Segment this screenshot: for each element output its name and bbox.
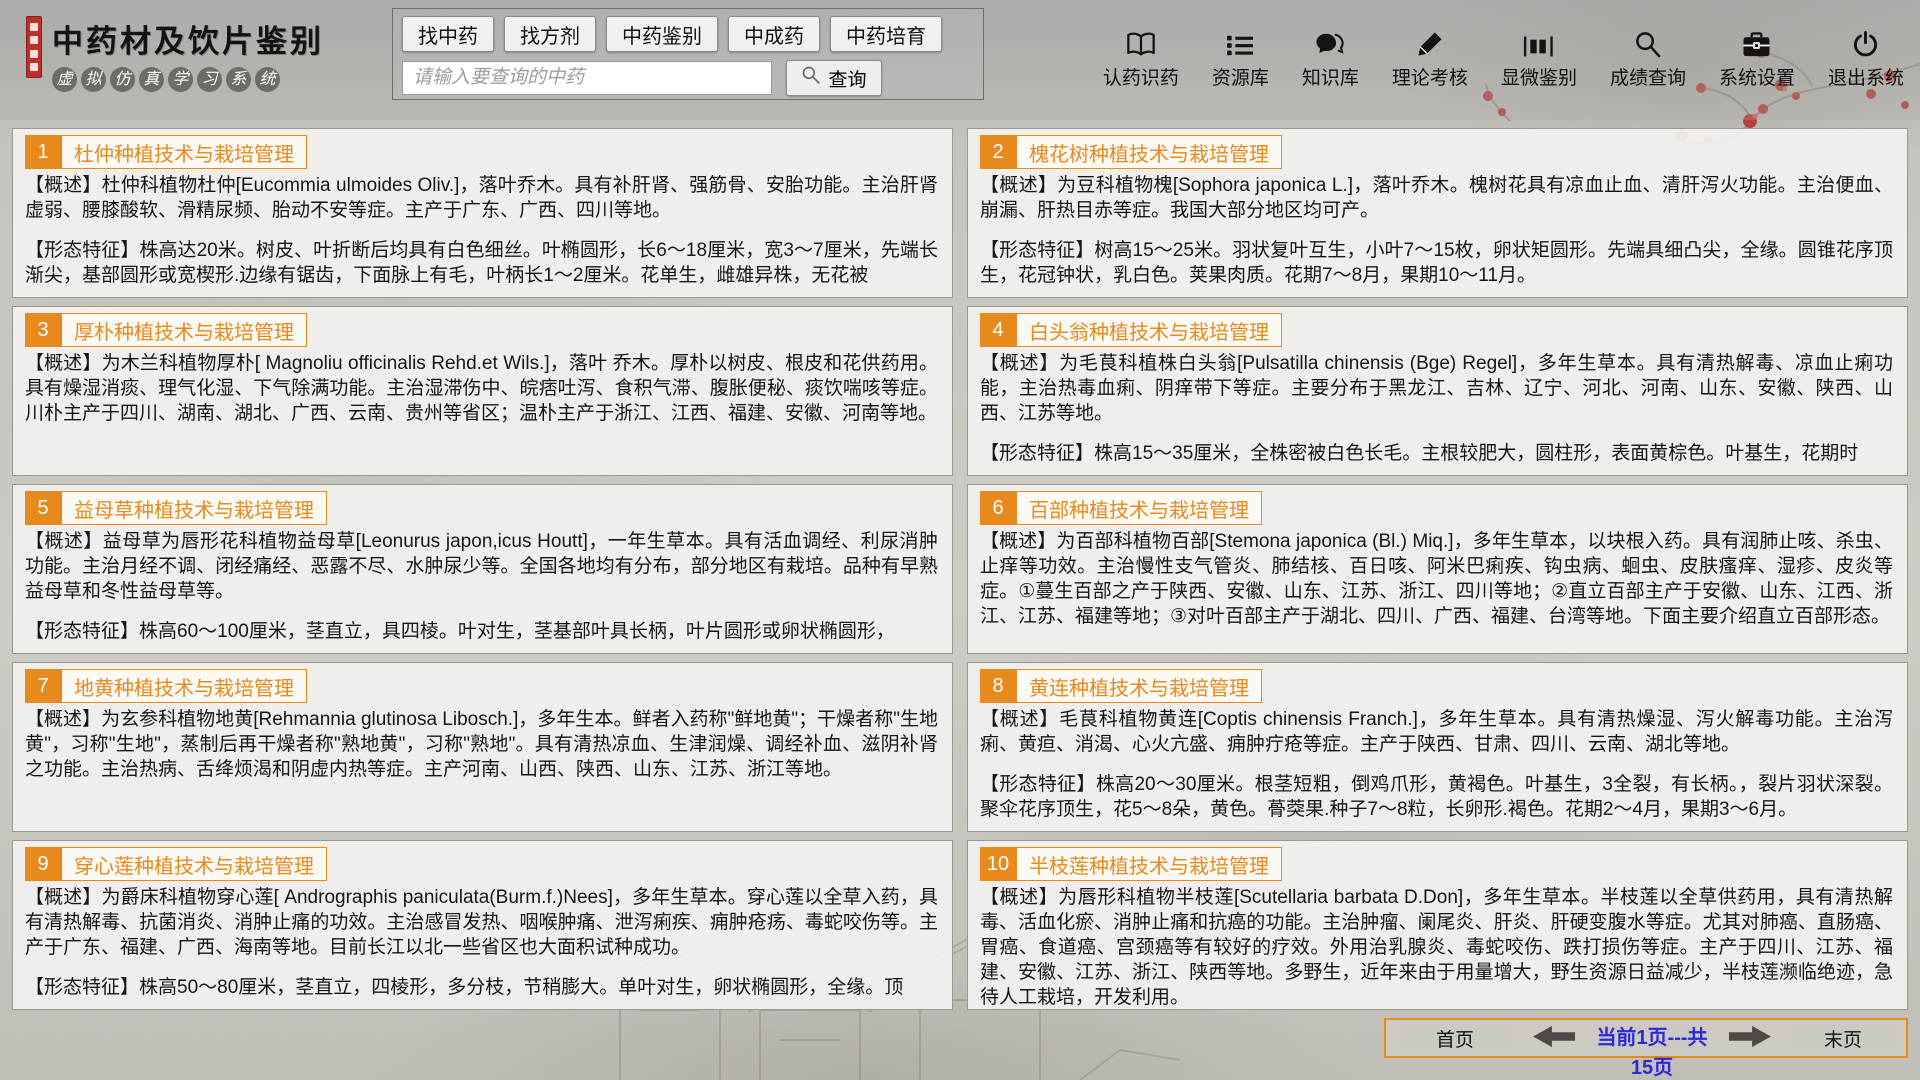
tab-herb-cultivation[interactable]: 中药培育	[830, 16, 942, 52]
magnifier-icon	[801, 65, 821, 91]
toolbox-icon	[1742, 28, 1771, 58]
card-number-badge: 7	[25, 669, 61, 703]
nav-item-system-settings[interactable]: 系统设置	[1719, 28, 1795, 90]
card-title-link[interactable]: 厚朴种植技术与栽培管理	[61, 313, 307, 347]
card-overview-text: 【概述】杜仲科植物杜仲[Eucommia ulmoides Oliv.]，落叶乔…	[25, 173, 938, 223]
herb-card-3: 3 厚朴种植技术与栽培管理 【概述】为木兰科植物厚朴[ Magnoliu off…	[12, 306, 953, 476]
nav-item-theory-exam[interactable]: 理论考核	[1392, 28, 1468, 90]
nav-label: 退出系统	[1828, 63, 1904, 90]
chat-bubbles-icon	[1315, 28, 1345, 58]
pagination-bar: 首页 当前1页---共15页 末页	[1384, 1018, 1908, 1058]
herb-card-grid: 1 杜仲种植技术与栽培管理 【概述】杜仲科植物杜仲[Eucommia ulmoi…	[12, 128, 1908, 1080]
next-page-button[interactable]	[1724, 1023, 1776, 1053]
card-number-badge: 5	[25, 491, 61, 525]
pencil-icon	[1416, 28, 1443, 58]
card-morphology-text: 【形态特征】株高50～80厘米，茎直立，四棱形，多分枝，节稍膨大。单叶对生，卵状…	[25, 975, 938, 1000]
herb-card-10: 10 半枝莲种植技术与栽培管理 【概述】为唇形科植物半枝莲[Scutellari…	[967, 840, 1908, 1010]
last-page-button[interactable]: 末页	[1790, 1023, 1896, 1053]
power-icon	[1852, 28, 1879, 58]
card-number-badge: 1	[25, 135, 61, 169]
search-button[interactable]: 查询	[786, 60, 882, 96]
card-number-badge: 2	[980, 135, 1016, 169]
herb-card-8: 8 黄连种植技术与栽培管理 【概述】毛茛科植物黄连[Coptis chinens…	[967, 662, 1908, 832]
card-morphology-text: 【形态特征】株高20～30厘米。根茎短粗，倒鸡爪形，黄褐色。叶基生，3全裂，有长…	[980, 772, 1893, 822]
search-button-label: 查询	[828, 65, 866, 92]
card-title-link[interactable]: 百部种植技术与栽培管理	[1016, 491, 1262, 525]
card-number-badge: 8	[980, 669, 1016, 703]
magnifier-icon	[1634, 28, 1661, 58]
nav-item-microscopic-identify[interactable]: 显微鉴别	[1501, 28, 1577, 90]
card-title-link[interactable]: 益母草种植技术与栽培管理	[61, 491, 327, 525]
tab-find-herb[interactable]: 找中药	[402, 16, 494, 52]
nav-label: 理论考核	[1392, 63, 1468, 90]
card-title-link[interactable]: 地黄种植技术与栽培管理	[61, 669, 307, 703]
card-overview-text: 【概述】为百部科植物百部[Stemona japonica (Bl.) Miq.…	[980, 529, 1893, 629]
nav-item-score-query[interactable]: 成绩查询	[1610, 28, 1686, 90]
nav-item-recognize-herbs[interactable]: 认药识药	[1103, 28, 1179, 90]
card-title-link[interactable]: 槐花树种植技术与栽培管理	[1016, 135, 1282, 169]
card-title-link[interactable]: 白头翁种植技术与栽培管理	[1016, 313, 1282, 347]
search-panel: 找中药 找方剂 中药鉴别 中成药 中药培育 查询	[392, 8, 984, 100]
tab-patent-medicine[interactable]: 中成药	[728, 16, 820, 52]
nav-item-knowledge-base[interactable]: 知识库	[1302, 28, 1359, 90]
herb-card-4: 4 白头翁种植技术与栽培管理 【概述】为毛茛科植株白头翁[Pulsatilla …	[967, 306, 1908, 476]
nav-label: 显微鉴别	[1501, 63, 1577, 90]
app-header: 中药材及饮片鉴别 虚 拟 仿 真 学 习 系 统 找中药 找方剂 中药鉴别 中成…	[0, 0, 1920, 120]
card-overview-text: 【概述】益母草为唇形花科植物益母草[Leonurus japon,icus Ho…	[25, 529, 938, 604]
open-book-icon	[1126, 28, 1156, 58]
nav-label: 成绩查询	[1610, 63, 1686, 90]
card-overview-text: 【概述】为毛茛科植株白头翁[Pulsatilla chinensis (Bge)…	[980, 351, 1893, 426]
nav-label: 知识库	[1302, 63, 1359, 90]
card-overview-text: 【概述】为唇形科植物半枝莲[Scutellaria barbata D.Don]…	[980, 885, 1893, 1010]
card-number-badge: 4	[980, 313, 1016, 347]
herb-card-7: 7 地黄种植技术与栽培管理 【概述】为玄参科植物地黄[Rehmannia glu…	[12, 662, 953, 832]
card-number-badge: 6	[980, 491, 1016, 525]
card-morphology-text: 【形态特征】株高60～100厘米，茎直立，具四棱。叶对生，茎基部叶具长柄，叶片圆…	[25, 619, 938, 644]
app-subtitle: 虚 拟 仿 真 学 习 系 统	[52, 67, 324, 92]
app-title: 中药材及饮片鉴别	[52, 16, 324, 61]
card-number-badge: 9	[25, 847, 61, 881]
herb-card-9: 9 穿心莲种植技术与栽培管理 【概述】为爵床科植物穿心莲[ Andrograph…	[12, 840, 953, 1010]
page-status-label: 当前1页---共15页	[1594, 1023, 1710, 1053]
logo-seal	[26, 16, 42, 78]
app-logo: 中药材及饮片鉴别 虚 拟 仿 真 学 习 系 统	[26, 16, 324, 92]
card-number-badge: 10	[980, 847, 1016, 881]
arrow-left-icon	[1532, 1026, 1576, 1050]
first-page-button[interactable]: 首页	[1396, 1023, 1514, 1053]
card-overview-text: 【概述】为玄参科植物地黄[Rehmannia glutinosa Libosch…	[25, 707, 938, 782]
card-morphology-text: 【形态特征】株高达20米。树皮、叶折断后均具有白色细丝。叶椭圆形，长6～18厘米…	[25, 238, 938, 288]
search-input[interactable]	[402, 61, 772, 95]
herb-card-5: 5 益母草种植技术与栽培管理 【概述】益母草为唇形花科植物益母草[Leonuru…	[12, 484, 953, 654]
nav-item-exit-system[interactable]: 退出系统	[1828, 28, 1904, 90]
card-overview-text: 【概述】毛茛科植物黄连[Coptis chinensis Franch.]，多年…	[980, 707, 1893, 757]
barcode-icon	[1523, 28, 1554, 58]
tab-find-formula[interactable]: 找方剂	[504, 16, 596, 52]
nav-item-resource-library[interactable]: 资源库	[1212, 28, 1269, 90]
nav-label: 认药识药	[1103, 63, 1179, 90]
tab-herb-identify[interactable]: 中药鉴别	[606, 16, 718, 52]
top-nav: 认药识药 资源库 知识库 理论考核 显微鉴别	[1103, 28, 1904, 90]
card-title-link[interactable]: 半枝莲种植技术与栽培管理	[1016, 847, 1282, 881]
herb-card-2: 2 槐花树种植技术与栽培管理 【概述】为豆科植物槐[Sophora japoni…	[967, 128, 1908, 298]
herb-card-1: 1 杜仲种植技术与栽培管理 【概述】杜仲科植物杜仲[Eucommia ulmoi…	[12, 128, 953, 298]
card-title-link[interactable]: 杜仲种植技术与栽培管理	[61, 135, 307, 169]
card-title-link[interactable]: 穿心莲种植技术与栽培管理	[61, 847, 327, 881]
card-overview-text: 【概述】为木兰科植物厚朴[ Magnoliu officinalis Rehd.…	[25, 351, 938, 426]
prev-page-button[interactable]	[1528, 1023, 1580, 1053]
card-morphology-text: 【形态特征】株高15～35厘米，全株密被白色长毛。主根较肥大，圆柱形，表面黄棕色…	[980, 441, 1893, 466]
search-tabs: 找中药 找方剂 中药鉴别 中成药 中药培育	[402, 16, 974, 52]
card-morphology-text: 【形态特征】树高15～25米。羽状复叶互生，小叶7～15枚，卵状矩圆形。先端具细…	[980, 238, 1893, 288]
arrow-right-icon	[1728, 1026, 1772, 1050]
card-overview-text: 【概述】为豆科植物槐[Sophora japonica L.]，落叶乔木。槐树花…	[980, 173, 1893, 223]
card-title-link[interactable]: 黄连种植技术与栽培管理	[1016, 669, 1262, 703]
nav-label: 系统设置	[1719, 63, 1795, 90]
list-icon	[1226, 28, 1254, 58]
card-number-badge: 3	[25, 313, 61, 347]
nav-label: 资源库	[1212, 63, 1269, 90]
herb-card-6: 6 百部种植技术与栽培管理 【概述】为百部科植物百部[Stemona japon…	[967, 484, 1908, 654]
card-overview-text: 【概述】为爵床科植物穿心莲[ Andrographis paniculata(B…	[25, 885, 938, 960]
